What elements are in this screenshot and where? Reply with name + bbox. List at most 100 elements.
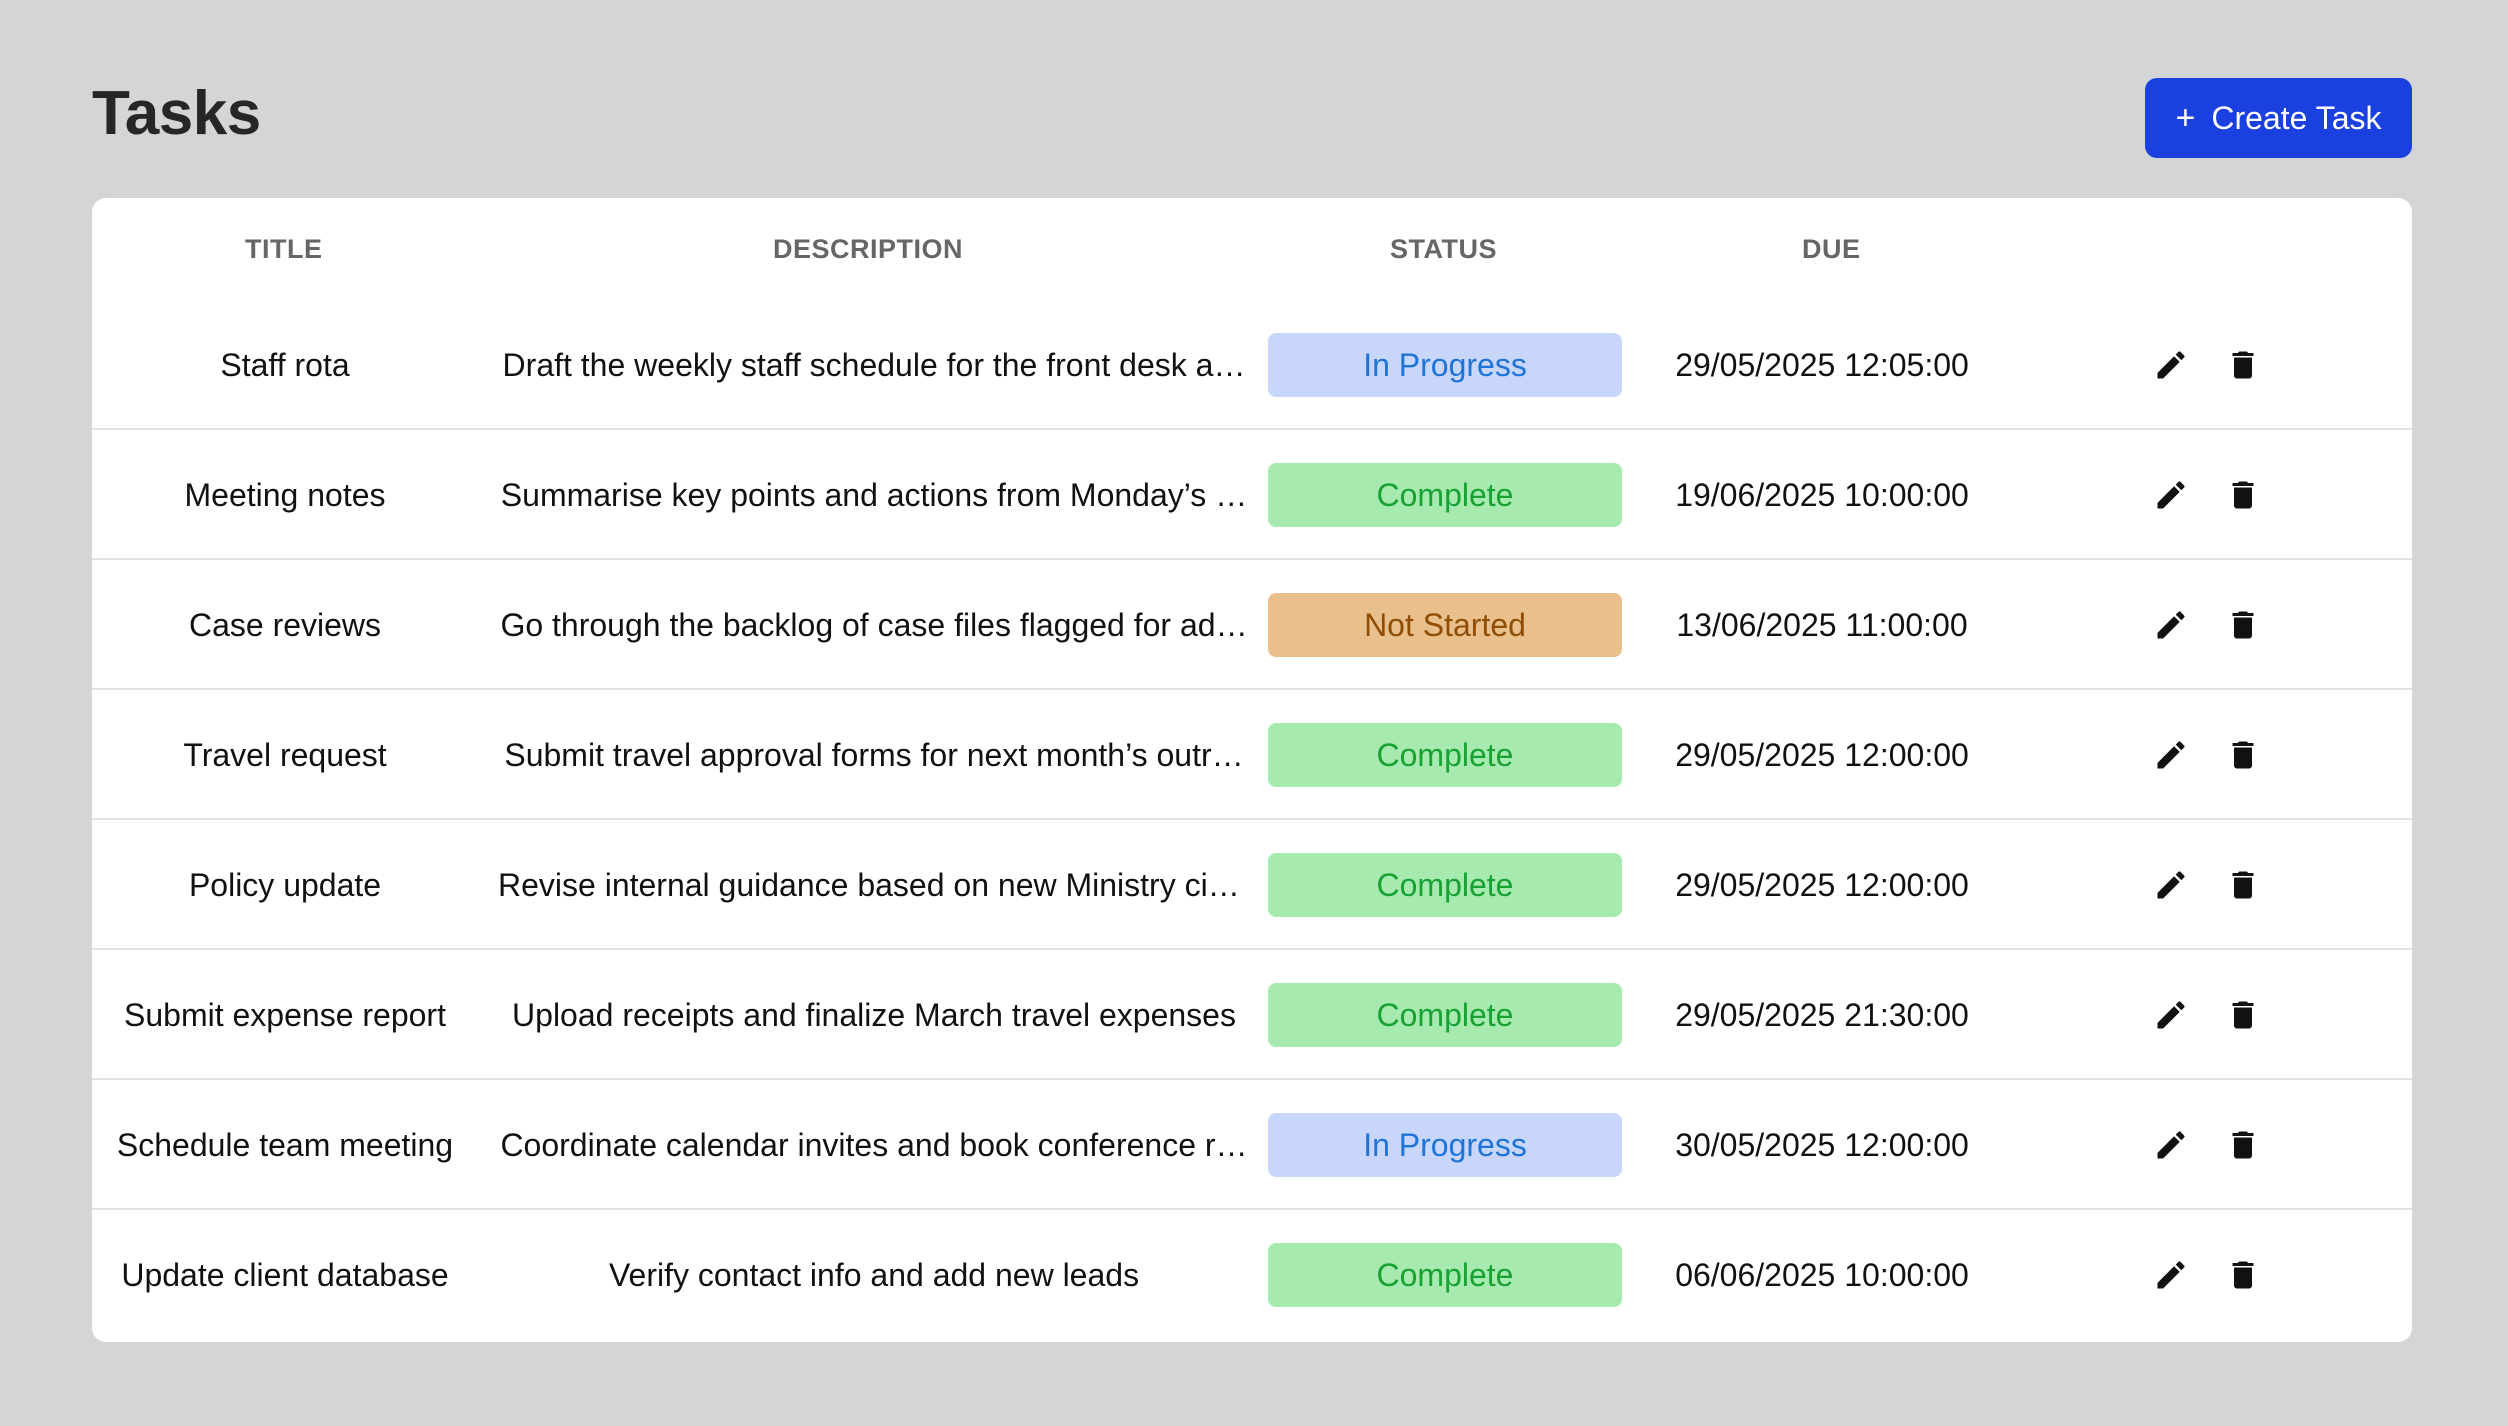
- task-description-cell: Go through the backlog of case files fla…: [482, 560, 1266, 690]
- table-row[interactable]: Staff rota Draft the weekly staff schedu…: [92, 300, 2412, 430]
- delete-button[interactable]: [2224, 736, 2262, 774]
- task-due: 29/05/2025 12:05:00: [1675, 346, 1969, 383]
- row-actions: [2152, 430, 2352, 560]
- edit-button[interactable]: [2152, 346, 2190, 384]
- task-status-cell: In Progress: [1268, 300, 1622, 430]
- pencil-icon: [2157, 481, 2185, 509]
- delete-button[interactable]: [2224, 476, 2262, 514]
- tasks-table: TITLE DESCRIPTION STATUS DUE Staff rota …: [92, 198, 2412, 1342]
- row-actions: [2152, 300, 2352, 430]
- task-description-cell: Upload receipts and finalize March trave…: [482, 950, 1266, 1080]
- status-badge: Complete: [1268, 853, 1622, 917]
- page: Tasks + Create Task TITLE DESCRIPTION ST…: [0, 0, 2508, 1426]
- trash-icon: [2232, 1001, 2254, 1029]
- table-row[interactable]: Travel request Submit travel approval fo…: [92, 690, 2412, 820]
- pencil-icon: [2157, 741, 2185, 769]
- column-header-due: DUE: [1802, 234, 1861, 264]
- plus-icon: +: [2175, 99, 2196, 137]
- status-badge: Complete: [1268, 723, 1622, 787]
- task-description: Summarise key points and actions from Mo…: [500, 476, 1248, 513]
- edit-button[interactable]: [2152, 476, 2190, 514]
- task-due: 29/05/2025 21:30:00: [1675, 996, 1969, 1033]
- table-body: Staff rota Draft the weekly staff schedu…: [92, 300, 2412, 1340]
- task-status-cell: Complete: [1268, 690, 1622, 820]
- task-description: Draft the weekly staff schedule for the …: [502, 346, 1246, 383]
- task-description: Verify contact info and add new leads: [608, 1256, 1140, 1293]
- task-due: 13/06/2025 11:00:00: [1676, 606, 1968, 643]
- create-task-button[interactable]: + Create Task: [2145, 78, 2412, 158]
- task-title: Policy update: [188, 866, 382, 903]
- row-actions: [2152, 820, 2352, 950]
- edit-button[interactable]: [2152, 866, 2190, 904]
- task-description: Submit travel approval forms for next mo…: [504, 736, 1244, 773]
- task-description: Coordinate calendar invites and book con…: [500, 1126, 1248, 1163]
- row-actions: [2152, 690, 2352, 820]
- delete-button[interactable]: [2224, 606, 2262, 644]
- trash-icon: [2232, 1131, 2254, 1159]
- edit-button[interactable]: [2152, 606, 2190, 644]
- edit-button[interactable]: [2152, 736, 2190, 774]
- table-row[interactable]: Update client database Verify contact in…: [92, 1210, 2412, 1340]
- task-status-cell: Complete: [1268, 1210, 1622, 1340]
- task-title: Schedule team meeting: [116, 1126, 454, 1163]
- edit-button[interactable]: [2152, 1256, 2190, 1294]
- task-title: Travel request: [183, 736, 387, 773]
- edit-button[interactable]: [2152, 1126, 2190, 1164]
- task-description-cell: Verify contact info and add new leads: [482, 1210, 1266, 1340]
- task-description-cell: Submit travel approval forms for next mo…: [482, 690, 1266, 820]
- task-title: Staff rota: [220, 346, 350, 383]
- task-title: Case reviews: [188, 606, 382, 643]
- task-description: Upload receipts and finalize March trave…: [512, 996, 1236, 1033]
- trash-icon: [2232, 611, 2254, 639]
- delete-button[interactable]: [2224, 1126, 2262, 1164]
- table-row[interactable]: Submit expense report Upload receipts an…: [92, 950, 2412, 1080]
- pencil-icon: [2157, 871, 2185, 899]
- task-status-cell: Complete: [1268, 950, 1622, 1080]
- task-description-cell: Summarise key points and actions from Mo…: [482, 430, 1266, 560]
- task-due: 06/06/2025 10:00:00: [1675, 1256, 1969, 1293]
- table-row[interactable]: Case reviews Go through the backlog of c…: [92, 560, 2412, 690]
- row-actions: [2152, 560, 2352, 690]
- task-due: 19/06/2025 10:00:00: [1675, 476, 1969, 513]
- pencil-icon: [2157, 351, 2185, 379]
- status-badge: Complete: [1268, 463, 1622, 527]
- pencil-icon: [2157, 1131, 2185, 1159]
- table-row[interactable]: Meeting notes Summarise key points and a…: [92, 430, 2412, 560]
- task-description-cell: Draft the weekly staff schedule for the …: [482, 300, 1266, 430]
- task-status-cell: Complete: [1268, 820, 1622, 950]
- table-header: TITLE DESCRIPTION STATUS DUE: [92, 198, 2412, 300]
- delete-button[interactable]: [2224, 346, 2262, 384]
- task-title: Update client database: [121, 1256, 449, 1293]
- task-due: 29/05/2025 12:00:00: [1675, 866, 1969, 903]
- trash-icon: [2232, 871, 2254, 899]
- delete-button[interactable]: [2224, 866, 2262, 904]
- pencil-icon: [2157, 1261, 2185, 1289]
- trash-icon: [2232, 741, 2254, 769]
- task-description-cell: Coordinate calendar invites and book con…: [482, 1080, 1266, 1210]
- table-row[interactable]: Schedule team meeting Coordinate calenda…: [92, 1080, 2412, 1210]
- task-status-cell: In Progress: [1268, 1080, 1622, 1210]
- task-description-cell: Revise internal guidance based on new Mi…: [482, 820, 1266, 950]
- create-task-label: Create Task: [2211, 99, 2382, 136]
- trash-icon: [2232, 351, 2254, 379]
- row-actions: [2152, 1080, 2352, 1210]
- task-due: 29/05/2025 12:00:00: [1675, 736, 1969, 773]
- pencil-icon: [2157, 1001, 2185, 1029]
- task-title: Meeting notes: [184, 476, 386, 513]
- status-badge: In Progress: [1268, 1113, 1622, 1177]
- task-description: Go through the backlog of case files fla…: [500, 606, 1248, 643]
- page-title: Tasks: [92, 79, 261, 148]
- edit-button[interactable]: [2152, 996, 2190, 1034]
- row-actions: [2152, 1210, 2352, 1340]
- delete-button[interactable]: [2224, 996, 2262, 1034]
- table-row[interactable]: Policy update Revise internal guidance b…: [92, 820, 2412, 950]
- column-header-title: TITLE: [245, 234, 323, 264]
- delete-button[interactable]: [2224, 1256, 2262, 1294]
- column-header-status: STATUS: [1390, 234, 1497, 264]
- column-header-description: DESCRIPTION: [773, 234, 964, 264]
- pencil-icon: [2157, 611, 2185, 639]
- trash-icon: [2232, 1261, 2254, 1289]
- trash-icon: [2232, 481, 2254, 509]
- task-description: Revise internal guidance based on new Mi…: [498, 866, 1250, 903]
- status-badge: Not Started: [1268, 593, 1622, 657]
